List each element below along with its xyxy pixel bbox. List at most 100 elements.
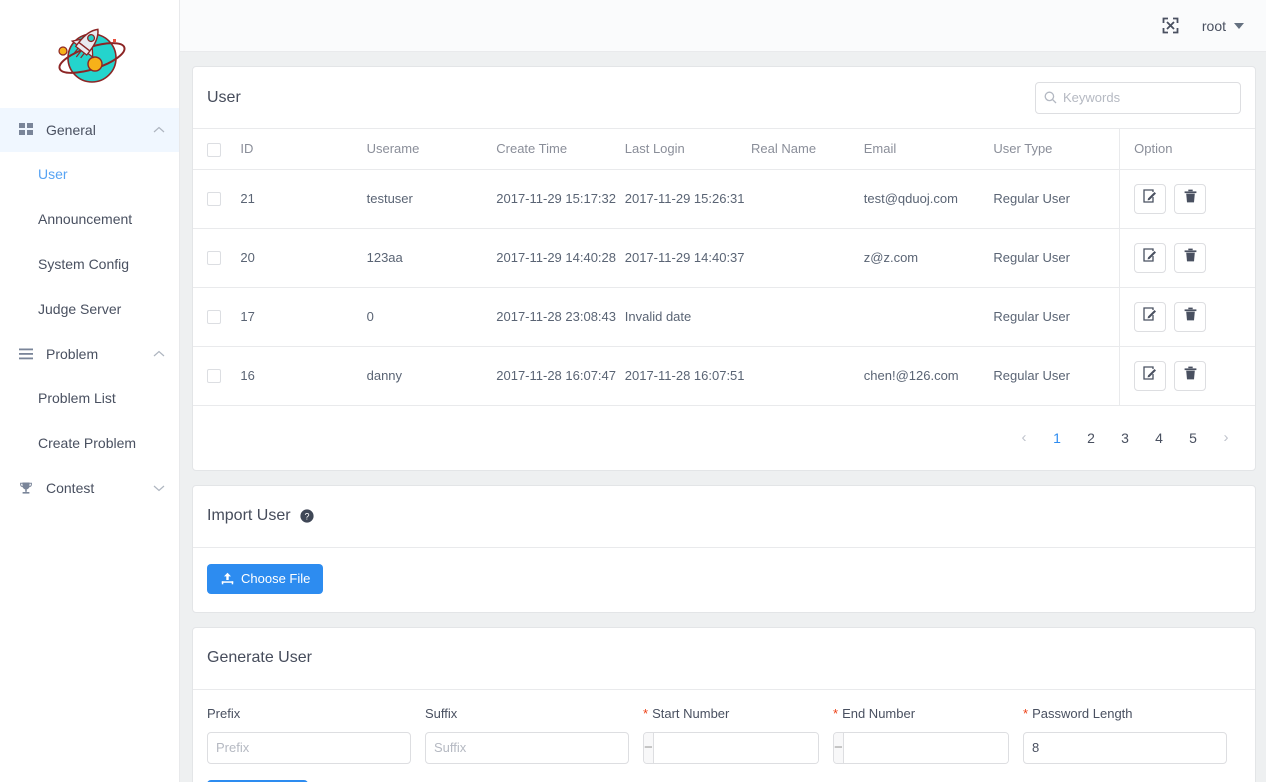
cell-username: 0 bbox=[366, 287, 497, 347]
edit-button[interactable] bbox=[1134, 183, 1167, 214]
row-select-cell bbox=[193, 287, 241, 347]
cell-create-time: 2017-11-28 16:07:47 bbox=[496, 346, 625, 406]
cell-id: 17 bbox=[240, 287, 367, 347]
sidebar-item-create-problem[interactable]: Create Problem bbox=[0, 421, 179, 466]
cell-username: danny bbox=[366, 346, 497, 406]
start-number-decrement[interactable]: − bbox=[644, 732, 654, 763]
sidebar-group-problem-label: Problem bbox=[46, 346, 99, 362]
table-row[interactable]: 17 0 2017-11-28 23:08:43 Invalid date Re… bbox=[193, 287, 1255, 347]
fullscreen-icon[interactable] bbox=[1162, 17, 1180, 35]
user-table-body: 21 testuser 2017-11-29 15:17:32 2017-11-… bbox=[193, 169, 1255, 406]
pagination-page-2[interactable]: 2 bbox=[1079, 425, 1103, 451]
select-all-header bbox=[193, 129, 241, 170]
top-bar: root bbox=[180, 0, 1266, 52]
cell-real-name bbox=[751, 287, 864, 347]
import-user-body: Choose File bbox=[193, 548, 1255, 612]
planet-rocket-logo-icon bbox=[57, 28, 126, 83]
end-number-stepper[interactable]: − + bbox=[833, 731, 1009, 764]
column-header-create-time: Create Time bbox=[496, 129, 625, 170]
edit-button[interactable] bbox=[1134, 242, 1167, 273]
generate-user-title: Generate User bbox=[207, 649, 312, 667]
label-end-number-text: End Number bbox=[842, 705, 916, 721]
suffix-input[interactable] bbox=[425, 731, 629, 764]
help-circle-icon[interactable]: ? bbox=[299, 509, 314, 523]
cell-option bbox=[1119, 169, 1255, 229]
sidebar-item-system-config[interactable]: System Config bbox=[0, 242, 179, 287]
upload-icon bbox=[220, 572, 234, 586]
row-checkbox[interactable] bbox=[207, 369, 221, 384]
logo[interactable] bbox=[0, 0, 179, 108]
sidebar-group-contest[interactable]: Contest bbox=[0, 466, 179, 510]
sidebar-group-general-label: General bbox=[46, 122, 96, 138]
pagination-next[interactable]: › bbox=[1215, 425, 1237, 451]
end-number-input[interactable] bbox=[843, 732, 1008, 763]
field-end-number: *End Number − + bbox=[833, 706, 1009, 764]
edit-icon bbox=[1143, 365, 1157, 386]
user-menu[interactable]: root bbox=[1202, 18, 1244, 34]
sidebar-item-announcement[interactable]: Announcement bbox=[0, 197, 179, 242]
cell-last-login: 2017-11-29 14:40:37 bbox=[624, 228, 752, 288]
delete-button[interactable] bbox=[1174, 242, 1207, 273]
sidebar-item-user[interactable]: User bbox=[0, 152, 179, 197]
sidebar-group-contest-label: Contest bbox=[46, 480, 95, 496]
search-input[interactable] bbox=[1063, 90, 1239, 105]
trash-icon bbox=[1184, 366, 1197, 386]
trash-icon bbox=[1184, 307, 1197, 327]
delete-button[interactable] bbox=[1174, 360, 1207, 391]
field-suffix: Suffix bbox=[425, 706, 629, 764]
choose-file-button[interactable]: Choose File bbox=[207, 563, 324, 594]
prefix-input[interactable] bbox=[207, 731, 411, 764]
delete-button[interactable] bbox=[1174, 183, 1207, 214]
content-scroll: User Keywords ID Userame Create Time Las… bbox=[180, 52, 1266, 782]
table-row[interactable]: 16 danny 2017-11-28 16:07:47 2017-11-28 … bbox=[193, 346, 1255, 406]
user-card: User Keywords ID Userame Create Time Las… bbox=[192, 66, 1256, 471]
sidebar-item-problem-list[interactable]: Problem List bbox=[0, 376, 179, 421]
column-header-option: Option bbox=[1119, 129, 1255, 170]
generate-user-body: Prefix Suffix *Start Number bbox=[193, 690, 1255, 782]
required-marker: * bbox=[1023, 705, 1029, 721]
password-length-input[interactable] bbox=[1023, 731, 1227, 764]
pagination-page-3[interactable]: 3 bbox=[1113, 425, 1137, 451]
pagination-prev[interactable]: ‹ bbox=[1013, 425, 1035, 451]
sidebar-item-judge-server[interactable]: Judge Server bbox=[0, 287, 179, 332]
cell-email bbox=[863, 287, 994, 347]
cell-id: 20 bbox=[240, 228, 367, 288]
cell-real-name bbox=[751, 228, 864, 288]
label-start-number: * Start Number bbox=[643, 706, 819, 724]
edit-button[interactable] bbox=[1134, 301, 1167, 332]
label-prefix: Prefix bbox=[207, 705, 241, 721]
start-number-stepper[interactable]: − + bbox=[643, 731, 819, 764]
sidebar-group-problem[interactable]: Problem bbox=[0, 332, 179, 376]
pagination-page-1[interactable]: 1 bbox=[1045, 425, 1069, 451]
select-all-checkbox[interactable] bbox=[207, 142, 221, 157]
row-select-cell bbox=[193, 228, 241, 288]
cell-create-time: 2017-11-29 14:40:28 bbox=[496, 228, 625, 288]
column-header-user-type: User Type bbox=[993, 129, 1120, 170]
table-row[interactable]: 21 testuser 2017-11-29 15:17:32 2017-11-… bbox=[193, 169, 1255, 229]
row-checkbox[interactable] bbox=[207, 192, 221, 207]
start-number-input[interactable] bbox=[653, 732, 818, 763]
cell-real-name bbox=[751, 169, 864, 229]
label-password-length-text: Password Length bbox=[1032, 705, 1133, 721]
search-box[interactable] bbox=[1035, 81, 1241, 114]
end-number-decrement[interactable]: − bbox=[834, 732, 844, 763]
sidebar-group-general[interactable]: General bbox=[0, 108, 179, 152]
cell-option bbox=[1119, 287, 1255, 347]
user-table: ID Userame Create Time Last Login Real N… bbox=[193, 129, 1255, 406]
pagination-page-4[interactable]: 4 bbox=[1147, 425, 1171, 451]
row-checkbox[interactable] bbox=[207, 251, 221, 266]
column-header-username: Userame bbox=[366, 129, 497, 170]
pagination-page-5[interactable]: 5 bbox=[1181, 425, 1205, 451]
trash-icon bbox=[1184, 189, 1197, 209]
row-select-cell bbox=[193, 169, 241, 229]
cell-username: testuser bbox=[366, 169, 497, 229]
delete-button[interactable] bbox=[1174, 301, 1207, 332]
row-checkbox[interactable] bbox=[207, 310, 221, 325]
generate-user-form-row: Prefix Suffix *Start Number bbox=[207, 706, 1241, 764]
table-row[interactable]: 20 123aa 2017-11-29 14:40:28 2017-11-29 … bbox=[193, 228, 1255, 288]
cell-id: 21 bbox=[240, 169, 367, 229]
edit-button[interactable] bbox=[1134, 360, 1167, 391]
cell-email: test@qduoj.com bbox=[863, 169, 994, 229]
field-start-number: *Start Number − + bbox=[643, 706, 819, 764]
chevron-down-icon bbox=[1234, 22, 1244, 29]
